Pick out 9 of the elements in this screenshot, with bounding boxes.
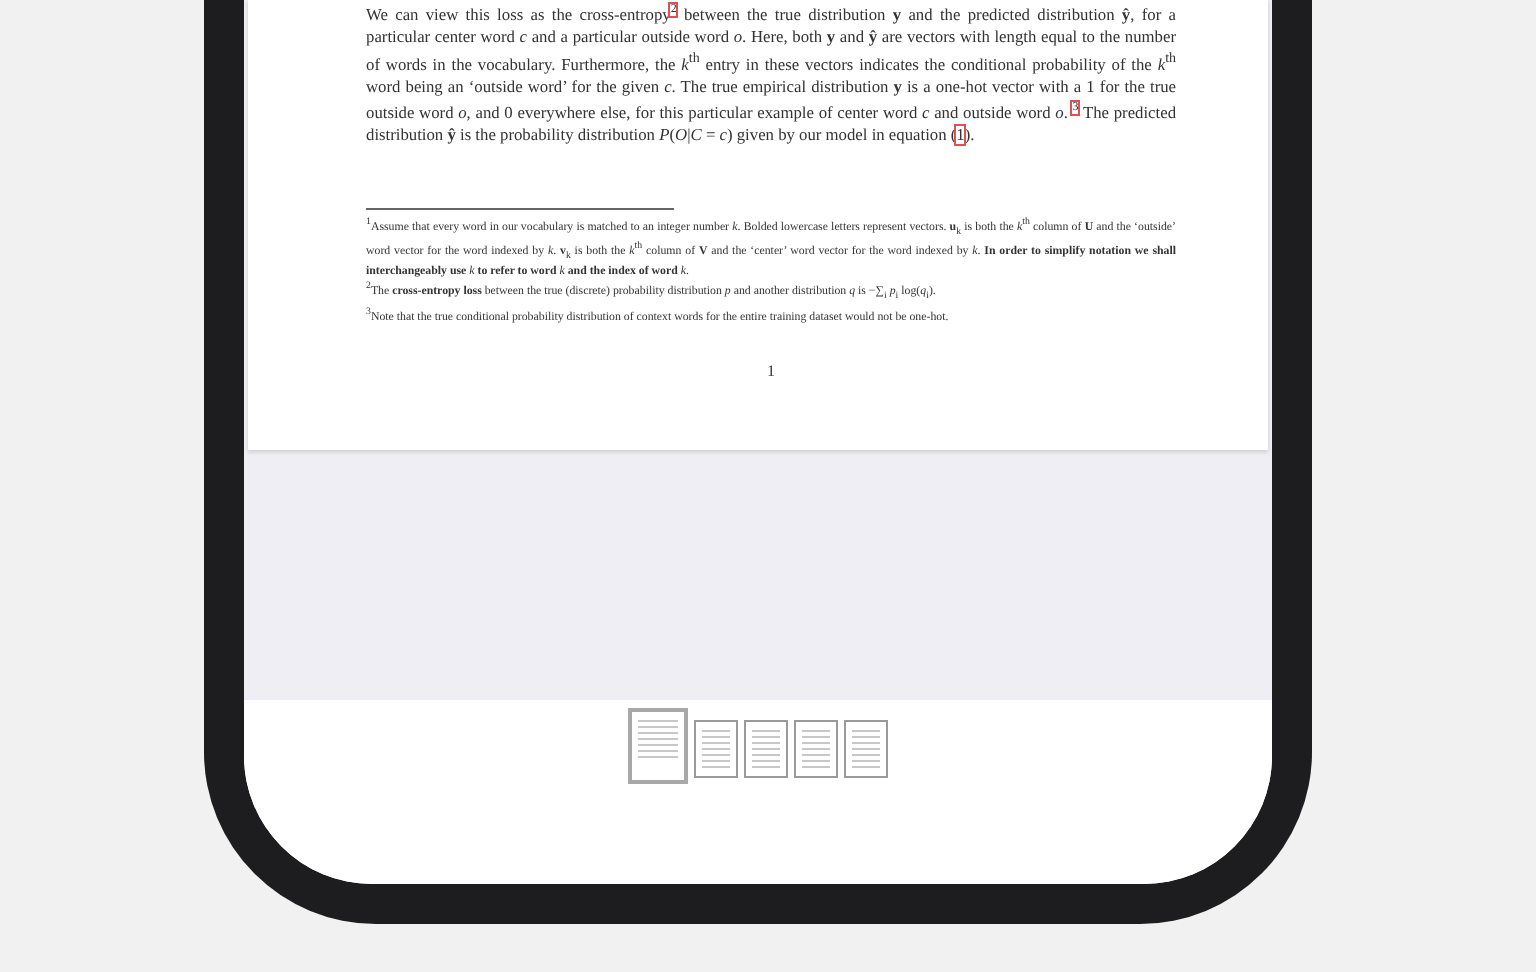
page-thumbnail[interactable] [744, 720, 788, 778]
reference-link[interactable]: 3 [1072, 102, 1079, 115]
page-thumbnail[interactable] [628, 708, 688, 784]
page-thumbnail[interactable] [694, 720, 738, 778]
page-thumbnail[interactable] [844, 720, 888, 778]
page-number: 1 [765, 362, 777, 381]
reference-link[interactable]: 1 [956, 126, 965, 145]
page-thumbnail[interactable] [794, 720, 838, 778]
reference-link[interactable]: 2 [670, 4, 677, 16]
